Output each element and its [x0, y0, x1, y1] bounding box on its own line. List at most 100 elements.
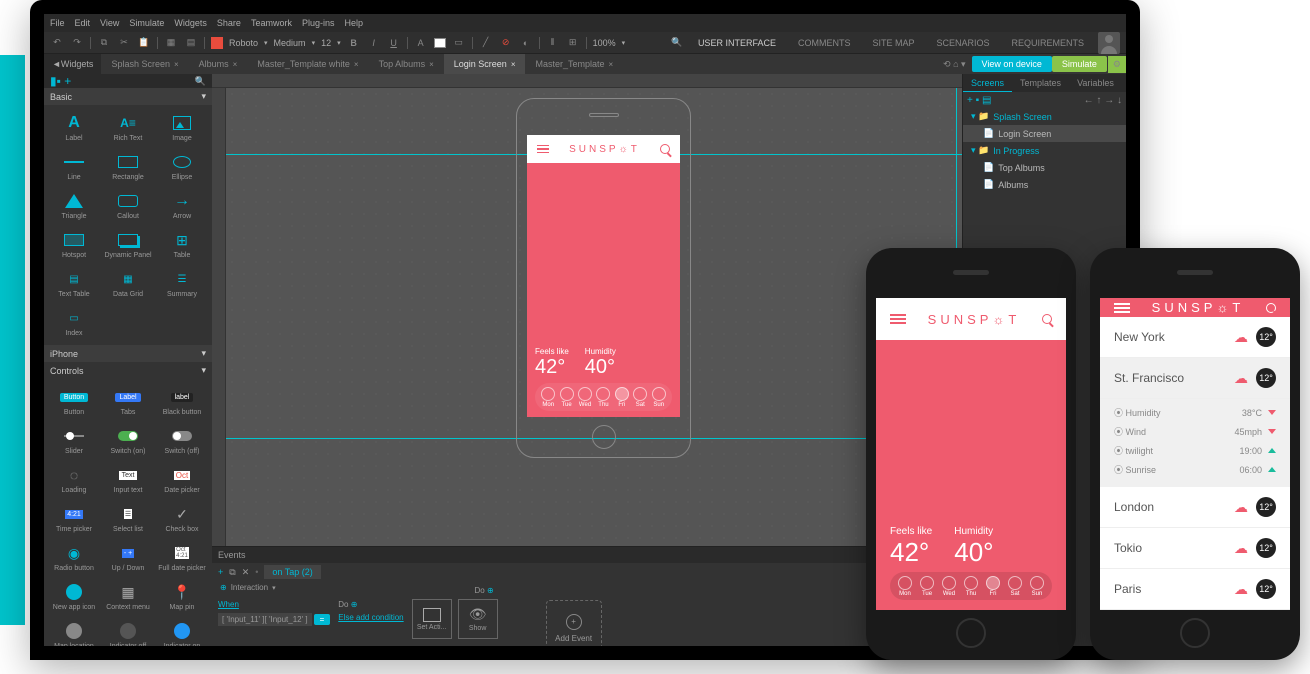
widget-up-down[interactable]: - +Up / Down [102, 539, 154, 576]
widget-rectangle[interactable]: Rectangle [102, 148, 154, 185]
section-controls[interactable]: Controls▾ [44, 362, 212, 379]
condition-operator-icon[interactable]: = [314, 614, 331, 625]
redo-icon[interactable]: ↷ [70, 36, 84, 50]
widget-dynamic-panel[interactable]: Dynamic Panel [102, 226, 154, 263]
ungroup-icon[interactable]: ▤ [184, 36, 198, 50]
italic-icon[interactable]: I [367, 36, 381, 50]
nav-ui[interactable]: USER INTERFACE [690, 38, 784, 48]
tree-item[interactable]: ▾ 📁Splash Screen [963, 108, 1126, 125]
widget-new-app-icon[interactable]: New app icon [48, 578, 100, 615]
widget-indicator-off[interactable]: Indicator off [102, 617, 154, 646]
menu-view[interactable]: View [100, 18, 119, 28]
tree-item[interactable]: 📄Login Screen [963, 125, 1126, 142]
widget-data-grid[interactable]: ▦Data Grid [102, 265, 154, 302]
widget-rich-text[interactable]: A≡Rich Text [102, 109, 154, 146]
nav-scenarios[interactable]: SCENARIOS [928, 38, 997, 48]
widget-label[interactable]: ALabel [48, 109, 100, 146]
widget-summary[interactable]: ☰Summary [156, 265, 208, 302]
forecast-day[interactable]: Thu [964, 576, 978, 597]
when-link[interactable]: When [218, 600, 330, 609]
city-row[interactable]: Paris☁12° [1100, 569, 1290, 610]
condition-expr[interactable]: [ 'Input_11' ][ 'Input_12' ] [218, 613, 312, 626]
widget-check-box[interactable]: ✓Check box [156, 500, 208, 537]
border-icon[interactable]: ▭ [452, 36, 466, 50]
widget-map-location[interactable]: Map location [48, 617, 100, 646]
else-link[interactable]: Else add condition [338, 613, 403, 622]
font-select[interactable]: Roboto [229, 38, 258, 48]
doc-tab[interactable]: Master_Template× [525, 54, 623, 74]
widget-table[interactable]: ⊞Table [156, 226, 208, 263]
nav-requirements[interactable]: REQUIREMENTS [1003, 38, 1092, 48]
widget-button[interactable]: ButtonButton [48, 383, 100, 420]
align-icon[interactable]: ⫴ [546, 36, 560, 50]
widget-arrow[interactable]: →Arrow [156, 187, 208, 224]
tab-variables[interactable]: Variables [1069, 74, 1122, 92]
city-row[interactable]: New York☁12° [1100, 317, 1290, 358]
doc-tab[interactable]: Login Screen× [444, 54, 526, 74]
widget-hotspot[interactable]: Hotspot [48, 226, 100, 263]
forecast-day[interactable]: Tue [560, 387, 574, 408]
simulate-button[interactable]: Simulate [1052, 56, 1107, 72]
no-stroke-icon[interactable]: ⊘ [499, 36, 513, 50]
widget-date-picker[interactable]: OctDate picker [156, 461, 208, 498]
tree-item[interactable]: 📄Albums [963, 176, 1126, 193]
zoom-select[interactable]: 100% [593, 38, 616, 48]
widget-select-list[interactable]: ☰Select list [102, 500, 154, 537]
menu-help[interactable]: Help [344, 18, 363, 28]
widget-time-picker[interactable]: 4:21Time picker [48, 500, 100, 537]
forecast-day[interactable]: Wed [942, 576, 956, 597]
widget-loading[interactable]: ◌Loading [48, 461, 100, 498]
forecast-day[interactable]: Mon [541, 387, 555, 408]
city-row[interactable]: Tokio☁12° [1100, 528, 1290, 569]
forecast-day[interactable]: Sun [1030, 576, 1044, 597]
forecast-day[interactable]: Wed [578, 387, 592, 408]
nav-comments[interactable]: COMMENTS [790, 38, 859, 48]
group-icon[interactable]: ▦ [164, 36, 178, 50]
tab-screens[interactable]: Screens [963, 74, 1012, 92]
widgets-search-icon[interactable]: 🔍 [195, 76, 206, 87]
menu-plugins[interactable]: Plug-ins [302, 18, 335, 28]
simulate-settings-icon[interactable]: ⚙ [1108, 56, 1126, 73]
forecast-day[interactable]: Sat [633, 387, 647, 408]
search-icon[interactable] [1042, 314, 1052, 324]
distribute-icon[interactable]: ⊞ [566, 36, 580, 50]
search-icon[interactable] [660, 144, 670, 154]
cut-icon[interactable]: ✂ [117, 36, 131, 50]
widget-index[interactable]: ▭Index [48, 304, 100, 341]
menu-share[interactable]: Share [217, 18, 241, 28]
action-set-active[interactable]: Set Acti... [412, 599, 452, 639]
doc-tab[interactable]: Master_Template white× [247, 54, 368, 74]
forecast-day[interactable]: Thu [596, 387, 610, 408]
widget-indicator-on[interactable]: Indicator on [156, 617, 208, 646]
add-screen-icon[interactable]: + ▪ ▤ [967, 95, 991, 106]
widget-text-table[interactable]: ▤Text Table [48, 265, 100, 302]
add-event-icon[interactable]: + [218, 567, 223, 577]
widget-callout[interactable]: Callout [102, 187, 154, 224]
widget-switch-on-[interactable]: Switch (on) [102, 422, 154, 459]
city-row[interactable]: St. Francisco☁12° [1100, 358, 1290, 399]
widget-slider[interactable]: Slider [48, 422, 100, 459]
hamburger-icon[interactable] [1114, 303, 1130, 313]
widget-triangle[interactable]: Triangle [48, 187, 100, 224]
interaction-toggle-icon[interactable]: ⊕ [220, 583, 227, 592]
widget-image[interactable]: Image [156, 109, 208, 146]
event-trigger-tab[interactable]: on Tap (2) [264, 565, 320, 579]
widget-line[interactable]: Line [48, 148, 100, 185]
forecast-day[interactable]: Tue [920, 576, 934, 597]
forecast-day[interactable]: Sun [652, 387, 666, 408]
add-do-icon[interactable]: ⊕ [487, 586, 494, 595]
add-event-button[interactable]: + Add Event [546, 600, 602, 646]
bold-icon[interactable]: B [347, 36, 361, 50]
tree-item[interactable]: 📄Top Albums [963, 159, 1126, 176]
search-icon[interactable] [1266, 303, 1276, 313]
forecast-day[interactable]: Fri [986, 576, 1000, 597]
widget-tabs[interactable]: LabelTabs [102, 383, 154, 420]
undo-icon[interactable]: ↶ [50, 36, 64, 50]
copy-icon[interactable]: ⧉ [97, 36, 111, 50]
widgets-view-icon[interactable]: ▮▪ + [50, 74, 71, 88]
widget-input-text[interactable]: TextInput text [102, 461, 154, 498]
widget-ellipse[interactable]: Ellipse [156, 148, 208, 185]
user-avatar-icon[interactable] [1098, 32, 1120, 54]
menu-simulate[interactable]: Simulate [129, 18, 164, 28]
add-do-icon[interactable]: ⊕ [351, 600, 358, 609]
